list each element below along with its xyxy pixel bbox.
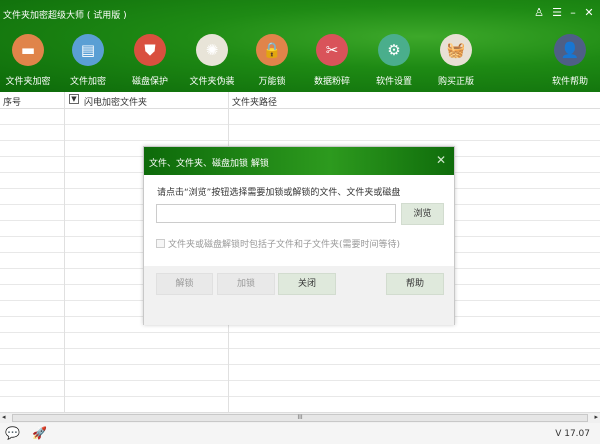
app-title: 文件夹加密超级大师 ( 试用版 )	[3, 11, 127, 21]
status-bar: 💬 🚀 V 17.07	[0, 423, 600, 444]
toolbar-label: 磁盘保护	[131, 77, 168, 87]
checkbox-box[interactable]	[156, 239, 165, 248]
toolbar-shield-button[interactable]: ⛊ 磁盘保护	[120, 34, 180, 87]
lock-unlock-dialog: 文件、文件夹、磁盘加锁 解锁 ✕ 请点击“浏览”按钮选择需要加锁或解锁的文件、文…	[143, 146, 455, 325]
toolbar-user-button[interactable]: 👤 软件帮助	[540, 34, 600, 87]
toolbar-label: 文件夹加密	[5, 77, 51, 87]
dialog-footer: 解锁 加锁 关闭 帮助	[144, 266, 454, 325]
dialog-prompt: 请点击“浏览”按钮选择需要加锁或解锁的文件、文件夹或磁盘	[157, 188, 401, 198]
table-header: 序号 ▼ 闪电加密文件夹 文件夹路径	[0, 92, 600, 109]
minimize-icon[interactable]: –	[566, 6, 580, 19]
chat-icon[interactable]: 💬	[5, 426, 20, 440]
include-subfolders-checkbox[interactable]: 文件夹或磁盘解锁时包括子文件和子文件夹(需要时间等待)	[156, 237, 400, 250]
column-divider	[64, 92, 65, 412]
lock-icon: 🔒	[256, 34, 288, 66]
shield-icon: ⛊	[134, 34, 166, 66]
column-index[interactable]: 序号	[3, 95, 21, 108]
toolbar-basket-button[interactable]: 🧺 购买正版	[426, 34, 486, 87]
close-icon[interactable]: ✕	[582, 6, 596, 19]
toolbar-label: 数据粉碎	[313, 77, 350, 87]
palette-icon: ✺	[196, 34, 228, 66]
toolbar-label: 文件加密	[69, 77, 106, 87]
scroll-right-icon[interactable]: ▸	[594, 413, 598, 421]
folder-icon: ▬	[12, 34, 44, 66]
toolbar-label: 软件帮助	[551, 77, 588, 87]
dropdown-icon[interactable]: ▼	[69, 94, 79, 104]
toolbar-palette-button[interactable]: ✺ 文件夹伪装	[182, 34, 242, 87]
scissors-icon: ✂	[316, 34, 348, 66]
horizontal-scrollbar[interactable]: ◂ III ▸	[0, 412, 600, 423]
toolbar-folder-button[interactable]: ▬ 文件夹加密	[0, 34, 58, 87]
toolbar-lock-button[interactable]: 🔒 万能锁	[242, 34, 302, 87]
user-icon: 👤	[554, 34, 586, 66]
scroll-left-icon[interactable]: ◂	[2, 413, 6, 421]
version-label: V 17.07	[555, 429, 590, 439]
app-header: 文件夹加密超级大师 ( 试用版 ) ♙ ☰ – ✕ ▬ 文件夹加密 ▤ 文件加密 ⛊ 磁盘…	[0, 0, 600, 92]
toolbar-label: 购买正版	[437, 77, 474, 87]
checkbox-label: 文件夹或磁盘解锁时包括子文件和子文件夹(需要时间等待)	[168, 240, 401, 250]
toolbar-clipboard-button[interactable]: ▤ 文件加密	[58, 34, 118, 87]
toolbar-label: 软件设置	[375, 77, 412, 87]
menu-icon[interactable]: ☰	[550, 6, 564, 19]
dialog-titlebar: 文件、文件夹、磁盘加锁 解锁 ✕	[144, 147, 454, 175]
toolbar-gear-button[interactable]: ⚙ 软件设置	[364, 34, 424, 87]
toolbar-scissors-button[interactable]: ✂ 数据粉碎	[302, 34, 362, 87]
browse-button[interactable]: 浏览	[401, 203, 444, 225]
toolbar-label: 万能锁	[258, 77, 286, 87]
gear-icon: ⚙	[378, 34, 410, 66]
path-input[interactable]	[156, 204, 396, 223]
scroll-thumb[interactable]: III	[12, 414, 588, 422]
unlock-button[interactable]: 解锁	[156, 273, 213, 295]
toolbar-label: 文件夹伪装	[189, 77, 235, 87]
help-button[interactable]: 帮助	[386, 273, 444, 295]
column-folder[interactable]: 闪电加密文件夹	[84, 95, 147, 108]
lock-button[interactable]: 加锁	[217, 273, 275, 295]
dialog-title: 文件、文件夹、磁盘加锁 解锁	[149, 159, 269, 169]
clipboard-icon: ▤	[72, 34, 104, 66]
shirt-icon[interactable]: ♙	[532, 6, 546, 19]
rocket-icon[interactable]: 🚀	[32, 426, 47, 440]
column-path[interactable]: 文件夹路径	[232, 95, 277, 108]
basket-icon: 🧺	[440, 34, 472, 66]
close-button[interactable]: 关闭	[278, 273, 336, 295]
dialog-close-icon[interactable]: ✕	[436, 153, 446, 167]
